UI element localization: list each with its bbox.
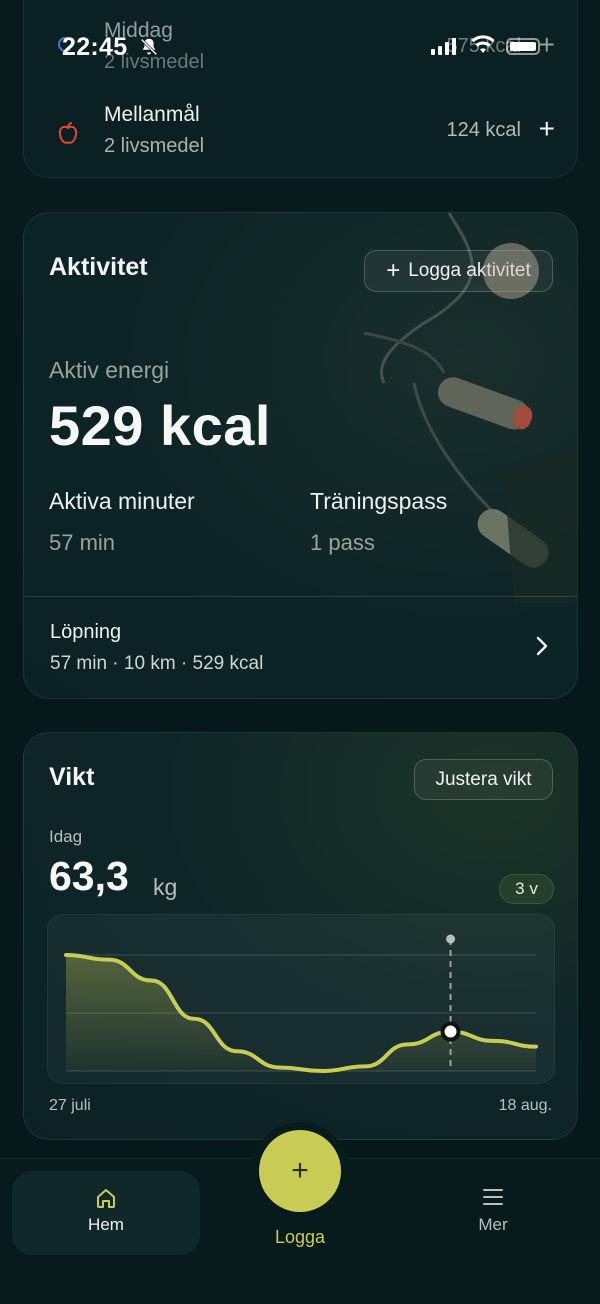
x-axis-end-label: 18 aug.: [498, 1097, 552, 1114]
apple-icon: [58, 122, 78, 144]
today-label: Idag: [49, 827, 83, 846]
active-energy-label: Aktiv energi: [49, 357, 170, 383]
nav-more[interactable]: Mer: [443, 1187, 543, 1235]
adjust-weight-button[interactable]: Justera vikt: [414, 759, 553, 800]
nav-log-label: Logga: [274, 1227, 326, 1247]
weight-chart-svg: [64, 934, 538, 1074]
nav-home[interactable]: Hem: [12, 1171, 200, 1255]
nav-home-label: Hem: [88, 1215, 124, 1234]
meal-kcal: 124 kcal: [446, 119, 522, 141]
session-name: Löpning: [50, 621, 122, 643]
activity-title: Aktivitet: [49, 253, 148, 281]
add-food-button[interactable]: +: [539, 29, 555, 61]
screen: 22:45 Middag 2 livsmedel 575 kcal + Mell…: [0, 0, 600, 1304]
session-meta: 57 min · 10 km · 529 kcal: [50, 653, 264, 674]
status-time: 22:45: [62, 33, 128, 61]
menu-icon: [483, 1189, 503, 1205]
meal-sub: 2 livsmedel: [104, 135, 205, 157]
workout-session-row[interactable]: Löpning 57 min · 10 km · 529 kcal: [24, 597, 577, 698]
weight-unit: kg: [153, 874, 178, 900]
home-icon: [97, 1189, 115, 1208]
weight-card: Vikt Justera vikt Idag 63,3 kg 3 v 27 ju…: [23, 732, 578, 1140]
range-badge[interactable]: 3 v: [499, 874, 554, 904]
chevron-right-icon: [536, 636, 548, 656]
nav-more-label: Mer: [478, 1215, 508, 1234]
meal-row-mellanmal[interactable]: Mellanmål 2 livsmedel 124 kcal +: [24, 103, 577, 173]
x-axis-start-label: 27 juli: [49, 1097, 91, 1114]
touch-indicator: [483, 243, 539, 299]
plus-icon: +: [386, 257, 401, 284]
weight-value: 63,3: [49, 853, 129, 899]
active-energy-value: 529 kcal: [49, 394, 271, 457]
sessions-label: Träningspass: [310, 488, 448, 514]
meals-card: Middag 2 livsmedel 575 kcal + Mellanmål …: [23, 0, 578, 178]
log-fab-button[interactable]: +: [259, 1130, 341, 1212]
selection-handle: [446, 934, 456, 944]
weight-chart[interactable]: [47, 914, 555, 1084]
meal-kcal: 575 kcal: [446, 35, 522, 57]
active-minutes-value: 57 min: [49, 530, 116, 555]
selected-point: [440, 1021, 461, 1042]
activity-card: Aktivitet + Logga aktivitet Aktiv energi…: [23, 212, 578, 699]
add-food-button[interactable]: +: [539, 113, 555, 145]
meal-name: Mellanmål: [104, 103, 200, 126]
sessions-value: 1 pass: [310, 530, 375, 555]
weight-title: Vikt: [49, 763, 95, 791]
plus-icon: +: [291, 1154, 309, 1187]
active-minutes-label: Aktiva minuter: [49, 488, 195, 514]
